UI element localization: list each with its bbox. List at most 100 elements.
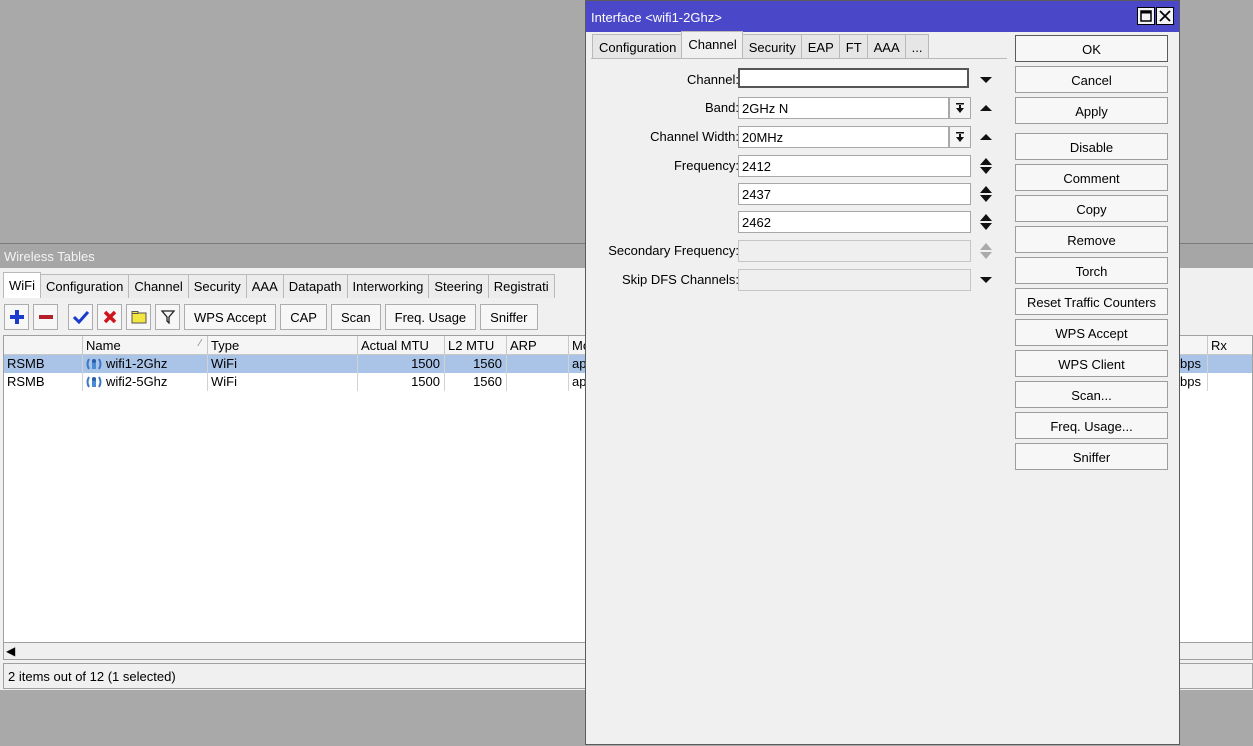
col-flags[interactable]	[4, 336, 83, 355]
channel-tab-panel: Channel: Band: 2GHz N Channel Width: 20M…	[591, 58, 1007, 746]
channel-width-label: Channel Width:	[650, 129, 739, 144]
row-arp	[507, 355, 569, 373]
scan-button[interactable]: Scan	[330, 304, 381, 330]
row-flags: RSMB	[4, 355, 83, 373]
frequency-field[interactable]: 2412	[738, 155, 971, 177]
copy-button[interactable]: Copy	[1015, 195, 1168, 222]
comment-note-icon[interactable]	[126, 304, 151, 330]
scan-button[interactable]: Scan...	[1015, 381, 1168, 408]
torch-button[interactable]: Torch	[1015, 257, 1168, 284]
frequency-field[interactable]: 2462	[738, 211, 971, 233]
comment-button[interactable]: Comment	[1015, 164, 1168, 191]
scroll-left-icon[interactable]: ◀	[6, 644, 15, 658]
tab-wifi[interactable]: WiFi	[3, 272, 41, 298]
row-actual-mtu: 1500	[358, 373, 445, 391]
skip-dfs-label: Skip DFS Channels:	[621, 272, 739, 287]
band-select[interactable]: 2GHz N	[738, 97, 949, 119]
tab-aaa[interactable]: AAA	[245, 274, 284, 298]
ok-button[interactable]: OK	[1015, 35, 1168, 62]
band-dropdown-icon[interactable]	[949, 97, 971, 119]
frequency-row: Frequency: 2412	[591, 155, 1007, 177]
tab-registration[interactable]: Registrati	[487, 274, 555, 298]
sniffer-button[interactable]: Sniffer	[1015, 443, 1168, 470]
secondary-frequency-label: Secondary Frequency:	[608, 243, 739, 258]
col-actual-mtu[interactable]: Actual MTU	[358, 336, 445, 355]
collapse-up-icon[interactable]	[979, 128, 993, 146]
tab-channel[interactable]: Channel	[128, 274, 189, 298]
frequency-row: 2462	[591, 211, 1007, 233]
tab-more[interactable]: ...	[904, 34, 929, 58]
wifi-interface-icon	[86, 357, 102, 374]
tab-channel[interactable]: Channel	[681, 31, 743, 58]
band-row: Band: 2GHz N	[591, 97, 1007, 119]
col-rx[interactable]: Rx	[1208, 336, 1253, 355]
dialog-title: Interface <wifi1-2Ghz>	[586, 1, 1179, 32]
secondary-frequency-field	[738, 240, 971, 262]
col-arp[interactable]: ARP	[507, 336, 569, 355]
col-l2-mtu[interactable]: L2 MTU	[445, 336, 507, 355]
row-flags: RSMB	[4, 373, 83, 391]
tab-security[interactable]: Security	[741, 34, 802, 58]
sort-indicator-icon: ⁄	[199, 338, 201, 349]
expand-down-icon[interactable]	[979, 71, 993, 89]
col-type[interactable]: Type	[208, 336, 358, 355]
frequency-field[interactable]: 2437	[738, 183, 971, 205]
up-down-icon[interactable]	[979, 213, 993, 231]
tab-aaa[interactable]: AAA	[866, 34, 906, 58]
close-icon[interactable]	[1156, 7, 1174, 25]
secondary-frequency-row: Secondary Frequency:	[591, 240, 1007, 262]
channel-label: Channel:	[686, 72, 739, 87]
freq-usage-button[interactable]: Freq. Usage...	[1015, 412, 1168, 439]
skip-dfs-field[interactable]	[738, 269, 971, 291]
frequency-label: Frequency:	[673, 158, 739, 173]
disable-x-icon[interactable]	[97, 304, 122, 330]
tab-datapath[interactable]: Datapath	[282, 274, 348, 298]
channel-field[interactable]	[738, 68, 969, 88]
col-name[interactable]: Name ⁄	[83, 336, 208, 355]
enable-check-icon[interactable]	[68, 304, 93, 330]
tab-configuration[interactable]: Configuration	[40, 274, 130, 298]
skip-dfs-row: Skip DFS Channels:	[591, 269, 1007, 291]
up-down-icon[interactable]	[979, 185, 993, 203]
row-arp	[507, 373, 569, 391]
tab-interworking[interactable]: Interworking	[346, 274, 430, 298]
wps-accept-button[interactable]: WPS Accept	[1015, 319, 1168, 346]
disable-button[interactable]: Disable	[1015, 133, 1168, 160]
tab-eap[interactable]: EAP	[800, 34, 840, 58]
maximize-icon[interactable]	[1137, 7, 1155, 25]
row-name: wifi1-2Ghz	[83, 355, 208, 373]
remove-button[interactable]: Remove	[1015, 226, 1168, 253]
col-tx[interactable]	[1178, 336, 1208, 355]
remove-icon[interactable]	[33, 304, 58, 330]
toolbar: WPS Accept CAP Scan Freq. Usage Sniffer	[4, 304, 542, 332]
row-tx: bps	[1178, 373, 1208, 391]
cap-button[interactable]: CAP	[280, 304, 327, 330]
channel-width-select[interactable]: 20MHz	[738, 126, 949, 148]
cancel-button[interactable]: Cancel	[1015, 66, 1168, 93]
tab-steering[interactable]: Steering	[428, 274, 489, 298]
wireless-tabs: WiFi Configuration Channel Security AAA …	[3, 272, 555, 298]
row-type: WiFi	[208, 355, 358, 373]
tab-security[interactable]: Security	[187, 274, 247, 298]
wps-accept-button[interactable]: WPS Accept	[184, 304, 277, 330]
row-l2-mtu: 1560	[445, 373, 507, 391]
collapse-up-icon[interactable]	[979, 99, 993, 117]
channel-width-row: Channel Width: 20MHz	[591, 126, 1007, 148]
tab-configuration[interactable]: Configuration	[592, 34, 683, 58]
expand-down-icon[interactable]	[979, 271, 993, 289]
row-l2-mtu: 1560	[445, 355, 507, 373]
channel-row: Channel:	[591, 68, 1007, 91]
add-icon[interactable]	[4, 304, 29, 330]
up-down-icon[interactable]	[979, 157, 993, 175]
up-down-icon	[980, 243, 992, 259]
reset-traffic-counters-button[interactable]: Reset Traffic Counters	[1015, 288, 1168, 315]
freq-usage-button[interactable]: Freq. Usage	[384, 304, 477, 330]
apply-button[interactable]: Apply	[1015, 97, 1168, 124]
channel-width-dropdown-icon[interactable]	[949, 126, 971, 148]
tab-ft[interactable]: FT	[838, 34, 868, 58]
filter-icon[interactable]	[155, 304, 180, 330]
wps-client-button[interactable]: WPS Client	[1015, 350, 1168, 377]
sniffer-button[interactable]: Sniffer	[480, 304, 538, 330]
frequency-row: 2437	[591, 183, 1007, 205]
row-name: wifi2-5Ghz	[83, 373, 208, 391]
